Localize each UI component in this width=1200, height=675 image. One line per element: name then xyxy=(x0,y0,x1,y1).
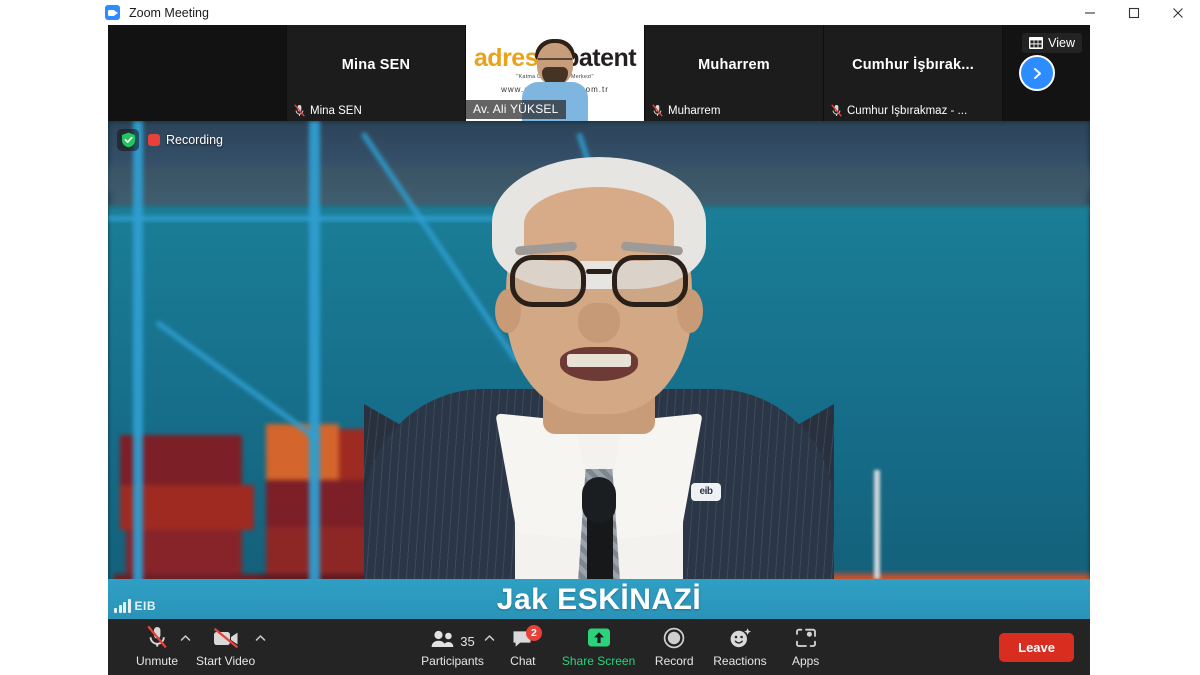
start-video-label: Start Video xyxy=(196,654,256,668)
participants-count: 35 xyxy=(460,634,475,649)
participant-footer: Mina SEN xyxy=(287,104,465,117)
eib-bars-icon xyxy=(114,599,131,613)
video-off-icon xyxy=(212,626,240,649)
apps-button[interactable]: Apps xyxy=(775,619,837,675)
reactions-icon xyxy=(728,626,752,649)
start-video-button[interactable]: Start Video xyxy=(188,619,266,675)
filmstrip-controls: View xyxy=(1003,25,1090,121)
mic-off-icon xyxy=(652,104,663,117)
eyeglasses xyxy=(510,255,688,307)
leave-button[interactable]: Leave xyxy=(999,632,1074,662)
participant-display-name: Muharrem xyxy=(698,57,770,73)
participant-display-name: Mina SEN xyxy=(341,57,411,73)
view-button[interactable]: View xyxy=(1022,33,1082,53)
close-icon[interactable] xyxy=(1156,0,1200,25)
record-label: Record xyxy=(654,654,694,668)
grid-view-icon xyxy=(1029,37,1044,49)
zoom-meeting-window: Zoom Meeting Mina SEN Mina SEN adres pat… xyxy=(0,0,1200,675)
participant-footer-name: Muharrem xyxy=(668,104,721,117)
participant-footer-name: Cumhur İşbırakmaz - ... xyxy=(847,104,968,117)
window-title: Zoom Meeting xyxy=(129,5,209,20)
mic-off-icon xyxy=(831,104,842,117)
recording-label: Recording xyxy=(166,133,223,147)
minimize-icon[interactable] xyxy=(1068,0,1112,25)
meeting-status-indicators: Recording xyxy=(117,129,223,151)
next-participants-button[interactable] xyxy=(1019,55,1055,91)
share-screen-label: Share Screen xyxy=(561,654,636,668)
participants-label: Participants xyxy=(421,654,484,668)
speaker-name: Jak ESKİNAZİ xyxy=(496,583,702,616)
chevron-right-icon xyxy=(1033,67,1041,79)
apps-icon xyxy=(794,626,818,649)
unmute-label: Unmute xyxy=(135,654,179,668)
active-speaker-video: eib xyxy=(339,149,859,619)
meeting-toolbar: Unmute Start Video 35 Participants 2 Cha… xyxy=(108,619,1090,675)
participant-tile[interactable] xyxy=(108,25,287,121)
participant-tile-video[interactable]: adres patent "Katma Değerli Fikri Merkez… xyxy=(466,25,645,121)
title-bar: Zoom Meeting xyxy=(0,0,1200,25)
encryption-status-button[interactable] xyxy=(117,129,139,151)
reactions-button[interactable]: Reactions xyxy=(705,619,774,675)
window-controls xyxy=(1068,0,1200,25)
mic-off-icon xyxy=(146,625,168,649)
share-screen-icon xyxy=(585,626,613,649)
eib-watermark-text: EIB xyxy=(134,599,157,613)
chat-button[interactable]: 2 Chat xyxy=(492,619,554,675)
mic-off-icon xyxy=(294,104,305,117)
reactions-label: Reactions xyxy=(713,654,767,668)
chat-label: Chat xyxy=(510,654,536,668)
participant-filmstrip: Mina SEN Mina SEN adres patent "Katma Me… xyxy=(108,25,1090,121)
video-options-caret[interactable] xyxy=(254,631,267,644)
record-icon xyxy=(662,626,686,649)
share-screen-button[interactable]: Share Screen xyxy=(554,619,643,675)
unmute-button[interactable]: Unmute xyxy=(126,619,191,675)
maximize-icon[interactable] xyxy=(1112,0,1156,25)
view-button-label: View xyxy=(1048,36,1075,50)
record-stop-icon xyxy=(148,134,160,146)
participant-footer-name: Mina SEN xyxy=(310,104,362,117)
active-speaker-stage[interactable]: eib Recording EIB Jak ESKİNAZİ xyxy=(108,121,1090,619)
record-button[interactable]: Record xyxy=(643,619,705,675)
recording-indicator[interactable]: Recording xyxy=(148,133,223,147)
participant-tile[interactable]: Muharrem Muharrem xyxy=(645,25,824,121)
speaker-name-banner: Jak ESKİNAZİ xyxy=(108,579,1090,619)
meeting-window-body: Mina SEN Mina SEN adres patent "Katma Me… xyxy=(108,25,1090,675)
participant-display-name: Cumhur İşbırak... xyxy=(852,57,974,73)
shield-check-icon xyxy=(121,132,135,148)
chat-unread-badge: 2 xyxy=(525,625,542,641)
zoom-icon xyxy=(105,5,120,20)
participants-button[interactable]: 35 Participants xyxy=(413,619,495,675)
participant-tile[interactable]: Cumhur İşbırak... Cumhur İşbırakmaz - ..… xyxy=(824,25,1003,121)
participant-name-overlay: Av. Ali YÜKSEL xyxy=(466,100,566,119)
eib-lapel-pin: eib xyxy=(691,483,721,501)
eib-watermark: EIB xyxy=(114,599,156,613)
participant-footer: Cumhur İşbırakmaz - ... xyxy=(824,104,1002,117)
participant-footer: Muharrem xyxy=(645,104,823,117)
apps-label: Apps xyxy=(791,654,820,668)
participants-icon: 35 xyxy=(430,626,475,649)
participant-tile[interactable]: Mina SEN Mina SEN xyxy=(287,25,466,121)
